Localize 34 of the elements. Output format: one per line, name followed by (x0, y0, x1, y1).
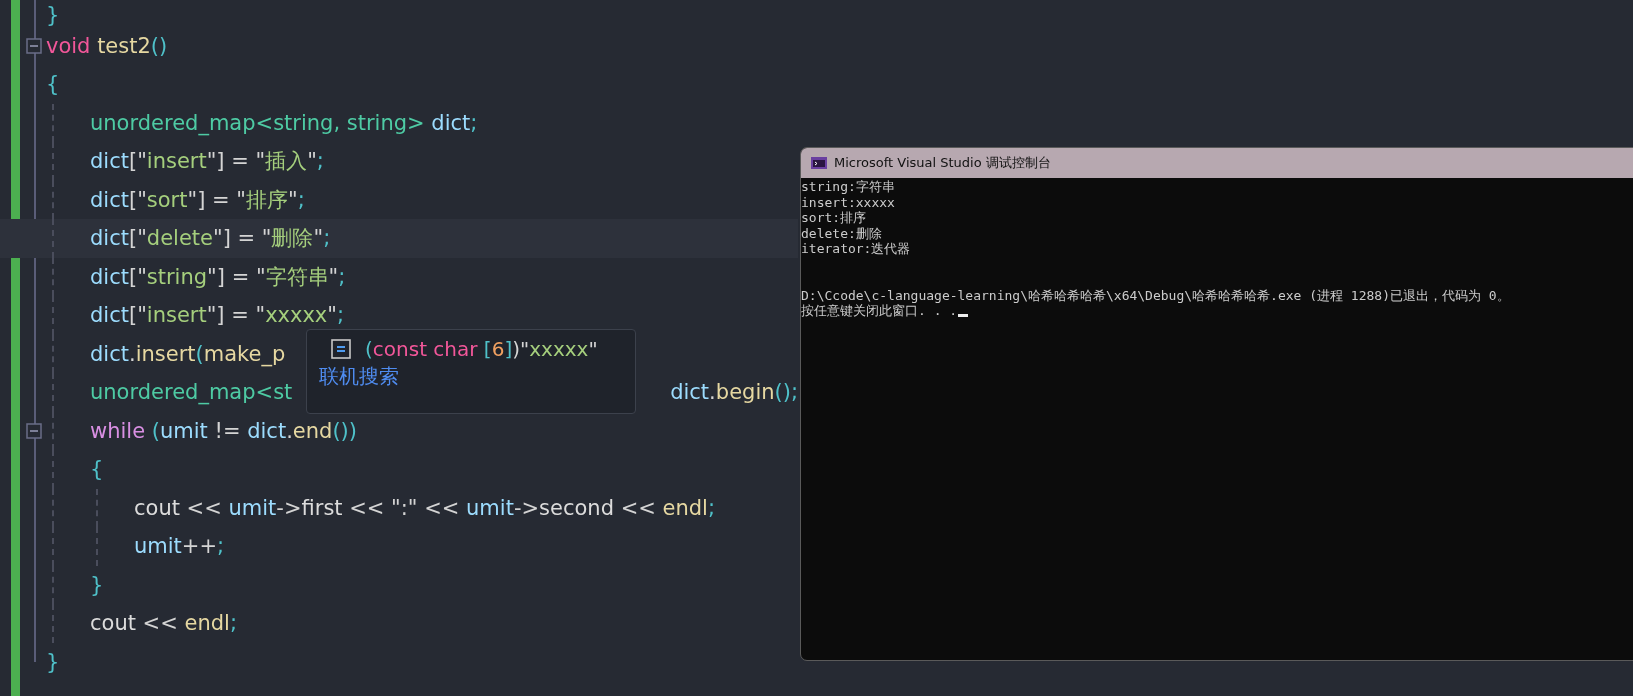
code-line: dict["insert"] = "xxxxx"; (90, 303, 345, 328)
code-line: { (46, 72, 60, 97)
console-output-line: sort:排序 (801, 210, 867, 226)
code-line: void test2() (46, 33, 168, 58)
code-line: umit++; (134, 534, 225, 559)
code-line: cout << umit->first << ":" << umit->second << endl; (134, 495, 715, 520)
code-line: { (90, 457, 104, 482)
code-line: cout << endl; (90, 611, 237, 636)
code-line: } (90, 572, 104, 597)
online-search-link[interactable]: 联机搜索 (319, 363, 399, 390)
console-output-line: iterator:迭代器 (801, 241, 911, 257)
code-line: dict["sort"] = "排序"; (90, 186, 305, 214)
code-line: } (46, 2, 60, 27)
console-output-line: delete:删除 (801, 225, 882, 241)
console-output-line: D:\Ccode\c-language-learning\哈希哈希哈希\x64\Debug\哈希哈希哈希.exe (进程 1288)已退出，代码为 0。 (801, 287, 1510, 303)
code-line: unordered_map<string, string> dict; (90, 110, 478, 135)
code-line: unordered_map<st (90, 380, 293, 405)
text-cursor (958, 313, 969, 317)
collapse-icon[interactable] (26, 422, 42, 439)
console-output-line: string:字符串 (801, 179, 895, 195)
window-title: Microsoft Visual Studio 调试控制台 (834, 154, 1051, 172)
console-app-icon (811, 157, 827, 169)
console-output-line: 按任意键关闭此窗口. . . (801, 303, 958, 319)
console-output-line: insert:xxxxx (801, 194, 895, 210)
code-line: } (46, 649, 60, 674)
constant-icon (331, 339, 351, 359)
code-line: dict["string"] = "字符串"; (90, 263, 346, 291)
collapse-icon[interactable] (26, 37, 42, 54)
code-line: dict["delete"] = "删除"; (90, 225, 331, 253)
code-line: dict["insert"] = "插入"; (90, 148, 324, 176)
code-line: while (umit != dict.end()) (90, 418, 357, 443)
code-line: dict.insert(make_p (90, 341, 286, 366)
type-signature: (const char [6])"xxxxx" (365, 337, 598, 361)
code-fragment: dict.begin(); (670, 380, 798, 405)
